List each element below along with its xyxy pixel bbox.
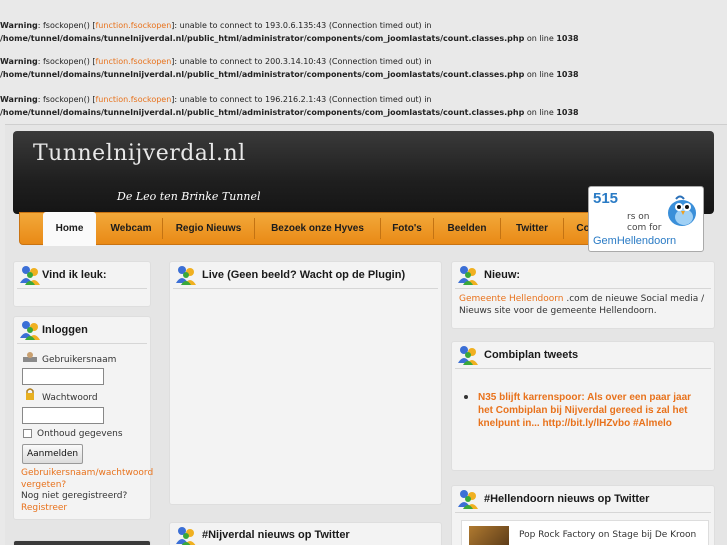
divider [455,368,711,369]
warning-path-1: /home/tunnel/domains/tunnelnijverdal.nl/… [0,34,579,43]
live-box: Live (Geen beeld? Wacht op de Plugin) [169,261,442,505]
divider [455,288,711,289]
hellendoorn-twitter-title: #Hellendoorn nieuws op Twitter [484,493,650,505]
combiplan-box: Combiplan tweets N35 blijft karrenspoor:… [451,341,715,471]
users-icon [20,321,40,340]
site-subtitle: De Leo ten Brinke Tunnel [117,190,261,203]
nav-regio-nieuws[interactable]: Regio Nieuws [164,213,253,244]
user-card-icon [23,352,37,362]
warning-line-1: Warning: fsockopen() [function.fsockopen… [0,21,432,30]
nav-webcam[interactable]: Webcam [100,213,162,244]
nav-separator [254,218,255,239]
twitter-username[interactable]: GemHellendoorn [593,235,676,247]
divider [17,288,147,289]
live-box-title: Live (Geen beeld? Wacht op de Plugin) [202,269,406,281]
username-label: Gebruikersnaam [42,355,117,365]
warning-line-2: Warning: fsockopen() [function.fsockopen… [0,57,432,66]
nav-separator [162,218,163,239]
nav-separator [563,218,564,239]
register-link[interactable]: Registreer [21,503,67,513]
nijverdal-twitter-title: #Nijverdal nieuws op Twitter [202,529,350,541]
remember-checkbox[interactable] [23,429,32,438]
nav-separator [380,218,381,239]
password-label: Wachtwoord [42,393,98,403]
like-box-title: Vind ik leuk: [42,269,107,281]
lock-icon [26,388,34,400]
login-button[interactable]: Aanmelden [22,444,84,464]
nav-bezoek-hyves[interactable]: Bezoek onze Hyves [256,213,379,244]
function-link[interactable]: function.fsockopen [95,21,171,30]
site-title[interactable]: Tunnelnijverdal.nl [33,141,246,166]
warning-path-3: /home/tunnel/domains/tunnelnijverdal.nl/… [0,108,579,117]
users-icon [20,266,40,285]
divider [455,512,711,513]
warning-path-2: /home/tunnel/domains/tunnelnijverdal.nl/… [0,70,579,79]
users-icon [458,490,478,509]
twitter-bird-icon [668,195,696,226]
nav-home[interactable]: Home [43,212,96,246]
follower-count: 515 [593,190,619,207]
news-text: Gemeente Hellendoorn .com de nieuwe Soci… [459,294,705,316]
nav-separator [433,218,434,239]
divider [173,288,438,289]
left-bottom-box [13,540,151,545]
nijverdal-twitter-box: #Nijverdal nieuws op Twitter [169,522,442,545]
combiplan-title: Combiplan tweets [484,349,579,361]
users-icon [176,266,196,285]
warning-line-3: Warning: fsockopen() [function.fsockopen… [0,95,432,104]
login-box-title: Inloggen [42,324,88,336]
nav-separator [500,218,501,239]
gemeente-link[interactable]: Gemeente Hellendoorn [459,294,564,304]
tweet-thumbnail [469,526,509,545]
login-box: Inloggen Gebruikersnaam Wachtwoord Ontho… [13,316,153,520]
follower-text: rs on com for [627,212,662,233]
users-icon [458,346,478,365]
forgot-password-link[interactable]: Gebruikersnaam/wachtwoord vergeten? [21,467,153,491]
not-registered-text: Nog niet geregistreerd? [21,491,128,501]
tweet-text: Pop Rock Factory on Stage bij De Kroon [519,530,697,540]
hellendoorn-twitter-box: #Hellendoorn nieuws op Twitter Pop Rock … [451,485,715,545]
function-link[interactable]: function.fsockopen [95,95,171,104]
users-icon [458,266,478,285]
nav-fotos[interactable]: Foto's [382,213,432,244]
users-icon [176,527,196,545]
nav-twitter[interactable]: Twitter [502,213,562,244]
twitter-follow-widget[interactable]: 515 rs on com for GemHellendoorn [588,186,704,252]
bullet [464,395,468,399]
news-box-title: Nieuw: [484,269,521,281]
combiplan-tweet-link[interactable]: N35 blijft karrenspoor: Als over een paa… [478,391,706,430]
nav-beelden[interactable]: Beelden [435,213,499,244]
like-box: Vind ik leuk: [13,261,151,307]
password-input[interactable] [22,407,104,424]
divider [17,343,147,344]
remember-label: Onthoud gegevens [37,429,123,439]
function-link[interactable]: function.fsockopen [95,57,171,66]
tweet-item[interactable]: Pop Rock Factory on Stage bij De Kroon [461,520,709,545]
news-box: Nieuw: Gemeente Hellendoorn .com de nieu… [451,261,715,329]
username-input[interactable] [22,368,104,385]
